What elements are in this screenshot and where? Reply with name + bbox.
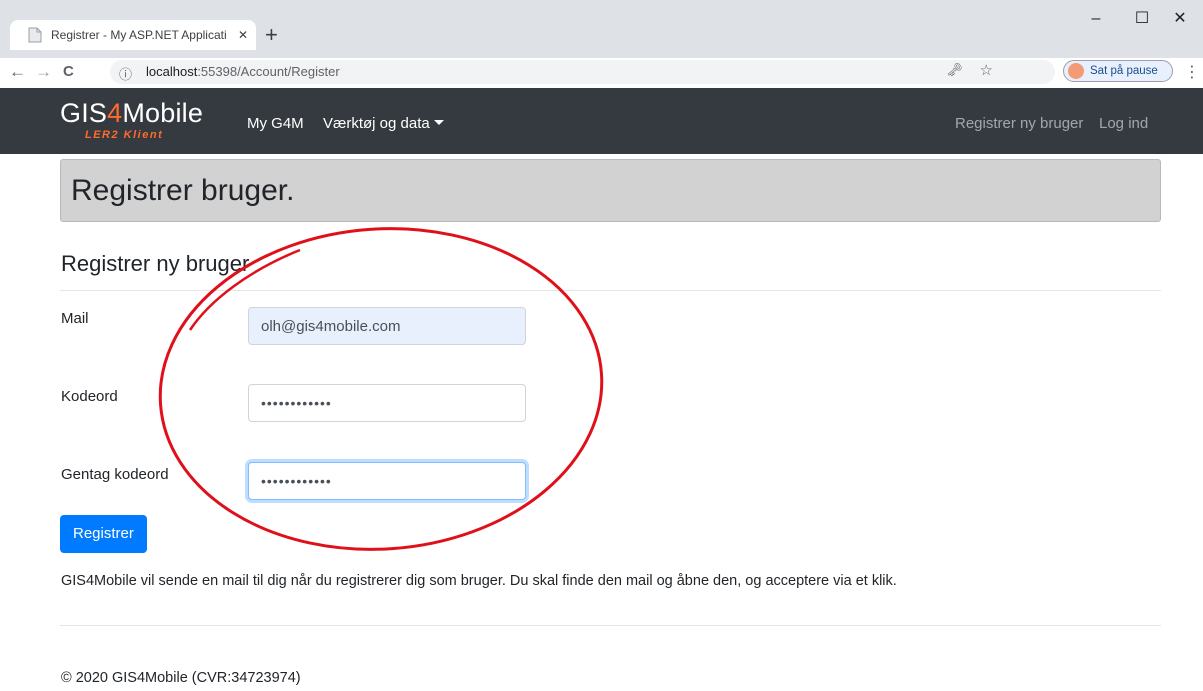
close-window-icon[interactable]: ✕	[1157, 4, 1203, 34]
password-field[interactable]	[248, 384, 526, 422]
brand-accent: 4	[107, 98, 123, 128]
bookmark-star-icon[interactable]: ☆	[980, 61, 993, 79]
site-navbar: GIS4Mobile LER2 Klient My G4M Værktøj og…	[0, 88, 1203, 154]
caret-down-icon	[433, 119, 444, 125]
browser-tab-strip: Registrer - My ASP.NET Applicati ✕ + – ☐…	[0, 0, 1203, 58]
minimize-icon[interactable]: –	[1073, 4, 1119, 34]
browser-toolbar: ← → C ⓘ localhost:55398/Account/Register…	[0, 58, 1203, 89]
avatar	[1068, 63, 1084, 79]
email-field[interactable]	[248, 307, 526, 345]
profile-status: Sat på pause	[1090, 65, 1158, 77]
tab-title: Registrer - My ASP.NET Applicati	[51, 28, 227, 42]
url-host: localhost	[146, 64, 198, 79]
password-key-icon[interactable]: 🗝	[946, 62, 963, 78]
url-text[interactable]: localhost:55398/Account/Register	[146, 64, 340, 79]
form-heading: Registrer ny bruger	[61, 251, 250, 276]
site-info-icon[interactable]: ⓘ	[119, 64, 132, 83]
browser-menu-icon[interactable]: ⋮	[1184, 62, 1200, 82]
confirm-password-field[interactable]	[248, 462, 526, 500]
page-title: Registrer bruger.	[71, 174, 295, 207]
nav-link-register[interactable]: Registrer ny bruger	[955, 115, 1083, 133]
nav-dropdown-tools[interactable]: Værktøj og data	[323, 115, 444, 133]
back-icon[interactable]: ←	[9, 61, 26, 83]
tab-close-icon[interactable]: ✕	[238, 28, 248, 42]
reload-icon[interactable]: C	[63, 61, 74, 83]
brand-suffix: Mobile	[122, 98, 204, 128]
brand-subtitle: LER2 Klient	[85, 129, 164, 141]
browser-tab[interactable]: Registrer - My ASP.NET Applicati ✕	[10, 20, 256, 50]
url-path: :55398/Account/Register	[197, 64, 340, 79]
nav-link-my-g4m[interactable]: My G4M	[247, 115, 304, 133]
brand-logo[interactable]: GIS4Mobile LER2 Klient	[60, 98, 203, 141]
page-header: Registrer bruger.	[60, 159, 1161, 222]
page-icon	[27, 27, 43, 43]
nav-link-login[interactable]: Log ind	[1099, 115, 1148, 133]
address-bar[interactable]: ⓘ localhost:55398/Account/Register 🗝 ☆	[110, 60, 1055, 84]
info-note: GIS4Mobile vil sende en mail til dig når…	[61, 573, 897, 589]
forward-icon[interactable]: →	[35, 61, 52, 83]
profile-button[interactable]: Sat på pause	[1063, 60, 1173, 82]
divider	[60, 290, 1161, 291]
register-button[interactable]: Registrer	[60, 515, 147, 553]
brand-name: GIS4Mobile	[60, 98, 203, 128]
new-tab-button[interactable]: +	[265, 24, 278, 46]
confirm-password-label: Gentag kodeord	[61, 466, 169, 483]
footer-divider	[60, 625, 1161, 626]
brand-prefix: GIS	[60, 98, 108, 128]
password-label: Kodeord	[61, 388, 118, 405]
email-label: Mail	[61, 310, 89, 327]
nav-dropdown-label: Værktøj og data	[323, 115, 430, 132]
footer-copyright: © 2020 GIS4Mobile (CVR:34723974)	[61, 670, 301, 686]
